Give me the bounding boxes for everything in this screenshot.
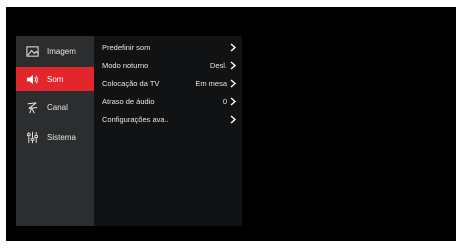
image-icon [25,44,39,58]
row-label: Modo noturno [102,61,149,70]
menu-row-configuracoes-avancadas[interactable]: Configurações ava.. [94,111,242,128]
antenna-icon [25,100,39,114]
sidebar-item-imagem[interactable]: Imagem [16,39,94,63]
chevron-right-icon [229,115,237,124]
sidebar-item-label: Canal [47,102,68,112]
sidebar-item-som[interactable]: Som [16,67,94,91]
row-label: Predefinir som [102,43,151,52]
menu-row-predefinir-som[interactable]: Predefinir som [94,39,242,56]
chevron-right-icon [229,97,237,106]
row-value: Desl. [209,61,227,70]
row-value: 0 [222,97,227,106]
row-label: Colocação da TV [102,79,160,88]
settings-sidebar: Imagem Som Canal Sistema [16,36,94,226]
chevron-right-icon [229,43,237,52]
row-value: Em mesa [195,79,227,88]
menu-row-atraso-de-audio[interactable]: Atraso de áudio 0 [94,93,242,110]
sliders-icon [25,130,39,144]
menu-row-colocacao-da-tv[interactable]: Colocação da TV Em mesa [94,75,242,92]
sidebar-item-label: Sistema [47,132,76,142]
speaker-icon [25,72,39,86]
row-label: Configurações ava.. [102,115,169,124]
sidebar-item-label: Imagem [47,46,76,56]
sidebar-item-canal[interactable]: Canal [16,95,94,119]
sidebar-item-sistema[interactable]: Sistema [16,125,94,149]
chevron-right-icon [229,61,237,70]
sidebar-item-label: Som [47,74,64,84]
sound-settings-panel: Predefinir som Modo noturno Desl. Coloca… [94,36,242,226]
row-label: Atraso de áudio [102,97,155,106]
menu-row-modo-noturno[interactable]: Modo noturno Desl. [94,57,242,74]
chevron-right-icon [229,79,237,88]
